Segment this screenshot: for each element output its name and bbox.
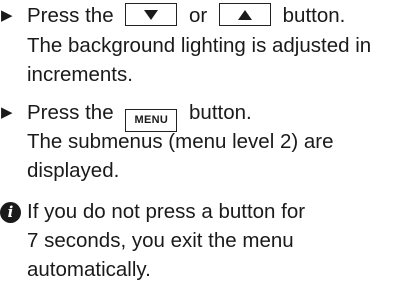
- down-button-key: [125, 3, 178, 26]
- step-arrow-icon: ▶: [1, 104, 13, 121]
- manual-page: ▶ Press the or button. The background li…: [0, 0, 417, 293]
- up-triangle-icon: [237, 9, 252, 20]
- step-1-result-line-1: The background lighting is adjusted in: [27, 34, 372, 57]
- note-line-3: automatically.: [27, 258, 151, 281]
- note-line-1: If you do not press a button for: [27, 200, 306, 223]
- button-text: button.: [282, 4, 346, 27]
- step-1-result-line-2: increments.: [27, 63, 133, 86]
- down-triangle-icon: [144, 9, 159, 20]
- step-2-result-line-1: The submenus (menu level 2) are: [27, 130, 334, 153]
- press-the-text: Press the: [27, 4, 114, 27]
- step-2-result-line-2: displayed.: [27, 159, 120, 182]
- press-the-text: Press the: [27, 101, 114, 124]
- note-line-2: 7 seconds, you exit the menu: [27, 229, 294, 252]
- or-text: or: [189, 4, 208, 27]
- button-text: button.: [189, 101, 252, 124]
- info-note: i If you do not press a button for 7 sec…: [0, 198, 417, 293]
- step-2: ▶ Press the MENU button. The submenus (m…: [0, 97, 417, 197]
- up-button-key: [218, 3, 271, 26]
- step-arrow-icon: ▶: [1, 7, 13, 24]
- step-1-instruction: Press the or button.: [27, 2, 345, 30]
- info-icon: i: [0, 202, 21, 223]
